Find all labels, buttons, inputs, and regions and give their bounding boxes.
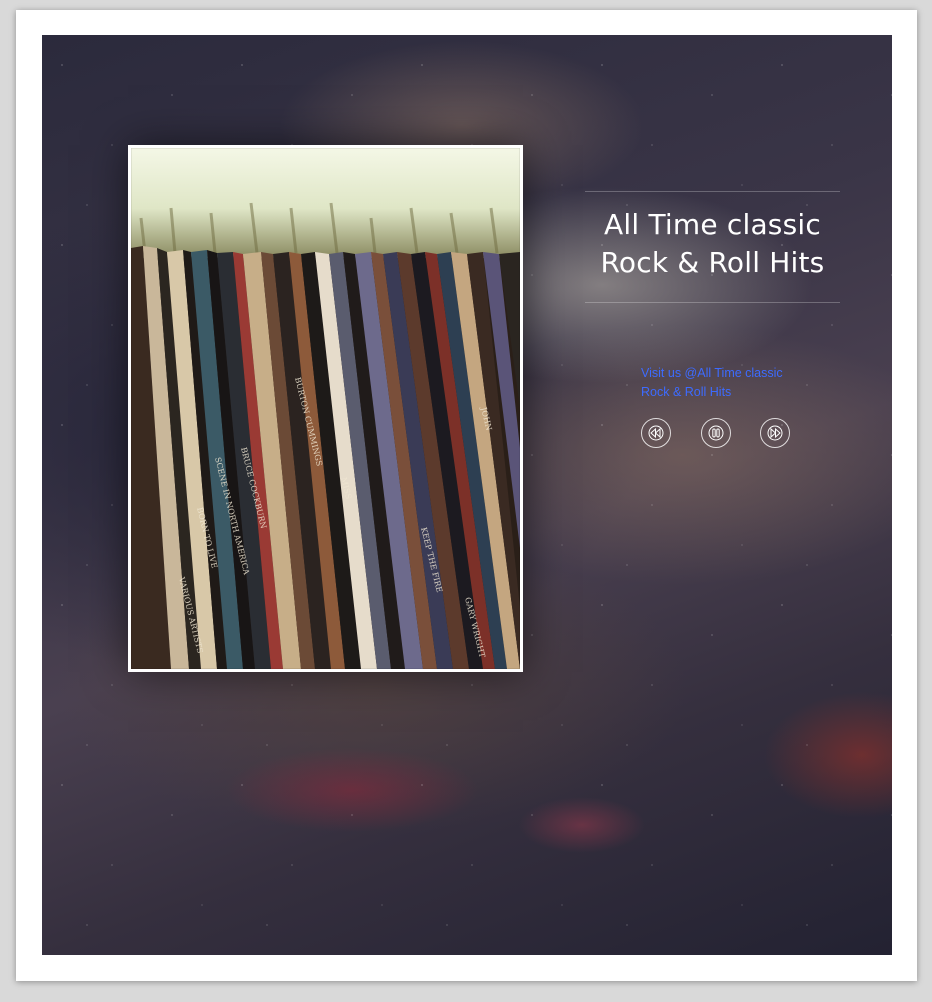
fast-forward-button[interactable] [760, 418, 790, 448]
title-block: All Time classic Rock & Roll Hits [585, 191, 840, 303]
rewind-icon [648, 425, 664, 441]
album-cover: VARIOUS ARTISTS BORN TO LIVE SCENE IN NO… [128, 145, 523, 672]
rewind-button[interactable] [641, 418, 671, 448]
pause-button[interactable] [701, 418, 731, 448]
player-controls [641, 418, 791, 448]
pause-icon [708, 425, 724, 441]
page-title: All Time classic Rock & Roll Hits [600, 208, 825, 279]
fast-forward-icon [767, 425, 783, 441]
album-cover-image: VARIOUS ARTISTS BORN TO LIVE SCENE IN NO… [131, 148, 520, 669]
visit-us-link[interactable]: Visit us @All Time classic Rock & Roll H… [641, 364, 811, 402]
